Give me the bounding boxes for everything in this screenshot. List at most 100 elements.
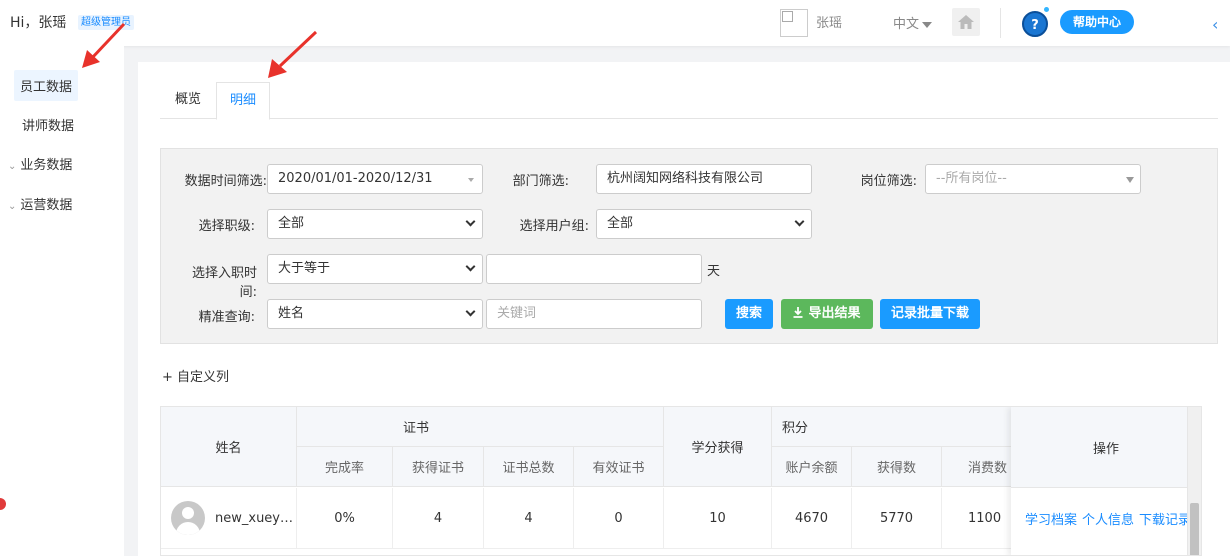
col-header-points-gained: 获得数	[852, 447, 942, 487]
usergroup-select-value: 全部	[607, 216, 634, 231]
table-cell-completion: 0%	[297, 488, 393, 548]
table-cell-certs-obtained: 4	[393, 488, 484, 548]
col-header-points-group: 积分	[772, 407, 1012, 447]
tab-bar: 概览 明细	[160, 82, 1218, 120]
operations-column: 操作 学习档案 个人信息 下载记录	[1011, 407, 1201, 555]
table-cell-points-gained: 5770	[852, 488, 942, 548]
sidebar-item-label: 业务数据	[20, 158, 73, 173]
post-select[interactable]: --所有岗位--	[925, 164, 1141, 194]
red-indicator-icon	[0, 498, 6, 510]
hire-operator-value: 大于等于	[278, 261, 331, 276]
table-cell-balance: 4670	[772, 488, 852, 548]
chevron-down-icon: ⌄	[8, 161, 17, 172]
sidebar-item-label: 员工数据	[20, 80, 73, 95]
sidebar: 员工数据 讲师数据 ⌄ 业务数据 ⌄ 运营数据	[0, 46, 124, 556]
help-center-button[interactable]: 帮助中心	[1060, 10, 1134, 34]
user-avatar-image[interactable]	[780, 9, 808, 37]
table-cell-operations: 学习档案 个人信息 下载记录	[1025, 509, 1196, 528]
col-header-certs-valid: 有效证书	[574, 447, 664, 487]
home-button[interactable]	[952, 8, 980, 36]
query-field-select[interactable]: 姓名	[267, 299, 483, 329]
col-header-name: 姓名	[161, 407, 297, 487]
table-cell-certs-total: 4	[484, 488, 574, 548]
col-header-credit: 学分获得	[664, 407, 772, 487]
exact-query-label: 精准查询:	[198, 310, 255, 325]
hire-operator-select[interactable]: 大于等于	[267, 254, 483, 284]
export-button-label: 导出结果	[808, 306, 861, 321]
learning-record-link[interactable]: 学习档案	[1025, 513, 1077, 528]
col-header-certs-total: 证书总数	[484, 447, 574, 487]
help-question-icon: ?	[1022, 11, 1048, 37]
sidebar-item-label: 运营数据	[20, 198, 73, 213]
department-input[interactable]: 杭州阔知网络科技有限公司	[596, 164, 812, 194]
chevron-down-icon	[465, 216, 476, 227]
table-cell-name: new_xuey…	[161, 488, 297, 548]
table-cell-certs-valid: 0	[574, 488, 664, 548]
usergroup-select[interactable]: 全部	[596, 209, 812, 239]
table-scrollbar[interactable]	[1187, 407, 1201, 555]
rank-select[interactable]: 全部	[267, 209, 483, 239]
sidebar-item-business-data[interactable]: ⌄ 业务数据	[8, 154, 72, 173]
department-value: 杭州阔知网络科技有限公司	[607, 171, 764, 186]
chevron-down-icon	[794, 216, 805, 227]
filter-panel: 数据时间筛选: 2020/01/01-2020/12/31 部门筛选: 杭州阔知…	[160, 148, 1218, 344]
query-field-value: 姓名	[278, 306, 305, 321]
date-range-input[interactable]: 2020/01/01-2020/12/31	[267, 164, 483, 194]
usergroup-filter-label: 选择用户组:	[519, 219, 589, 234]
download-record-link[interactable]: 下载记录	[1139, 513, 1191, 528]
caret-down-icon	[922, 21, 933, 28]
sidebar-item-operation-data[interactable]: ⌄ 运营数据	[8, 194, 72, 213]
chevron-down-icon: ⌄	[8, 201, 17, 212]
table-cell-points-spent: 1100	[942, 488, 1022, 548]
col-header-completion: 完成率	[297, 447, 393, 487]
tab-detail[interactable]: 明细	[216, 82, 270, 120]
scrollbar-thumb[interactable]	[1190, 503, 1199, 555]
col-header-balance: 账户余额	[772, 447, 852, 487]
personal-info-link[interactable]: 个人信息	[1082, 513, 1134, 528]
col-header-points-spent: 消费数	[942, 447, 1022, 487]
caret-down-icon	[468, 178, 474, 182]
table-cell-credit: 10	[664, 488, 772, 548]
col-header-certs-obtained: 获得证书	[393, 447, 484, 487]
role-badge: 超级管理员	[78, 15, 134, 30]
user-name[interactable]: 张瑶	[816, 12, 842, 31]
col-header-cert-group: 证书	[393, 407, 664, 447]
export-button[interactable]: 导出结果	[781, 299, 873, 329]
caret-down-icon	[1126, 177, 1134, 183]
post-select-value: --所有岗位--	[936, 171, 1007, 186]
search-button[interactable]: 搜索	[725, 299, 773, 329]
main-panel: 概览 明细 数据时间筛选: 2020/01/01-2020/12/31 部门筛选…	[138, 62, 1230, 556]
days-unit-label: 天	[707, 264, 721, 279]
date-filter-label: 数据时间筛选:	[184, 174, 267, 189]
home-icon	[958, 15, 974, 29]
collapse-chevron-icon[interactable]: ‹	[1212, 15, 1218, 34]
top-header: Hi，张瑶 超级管理员 张瑶 中文 ? 帮助中心 ‹	[0, 0, 1230, 46]
language-selector[interactable]: 中文	[893, 13, 933, 32]
download-icon	[793, 307, 803, 318]
help-dot-decoration	[1044, 7, 1049, 12]
post-filter-label: 岗位筛选:	[860, 174, 917, 189]
avatar	[171, 501, 205, 535]
sidebar-item-label: 讲师数据	[22, 119, 75, 134]
dept-filter-label: 部门筛选:	[512, 174, 569, 189]
rank-select-value: 全部	[278, 216, 305, 231]
sidebar-item-lecturer-data[interactable]: 讲师数据	[22, 115, 74, 134]
keyword-input[interactable]: 关键词	[486, 299, 702, 329]
custom-columns-link[interactable]: + 自定义列	[162, 366, 229, 385]
greeting-text: Hi，张瑶	[10, 15, 67, 31]
chevron-down-icon	[465, 306, 476, 317]
col-header-blank	[297, 407, 393, 447]
hire-date-label: 选择入职时间:	[191, 266, 257, 300]
col-header-operations: 操作	[1011, 407, 1201, 488]
tab-overview[interactable]: 概览	[160, 82, 216, 119]
batch-download-button[interactable]: 记录批量下载	[880, 299, 980, 329]
data-table: 姓名 证书 学分获得 积分 完成率 获得证书 证书总数 有效证书 账户余额 获得…	[160, 406, 1202, 556]
rank-filter-label: 选择职级:	[198, 219, 255, 234]
table-cell-name-text[interactable]: new_xuey…	[215, 511, 293, 526]
hire-days-input[interactable]	[486, 254, 702, 284]
header-divider	[1000, 8, 1001, 38]
sidebar-item-employee-data[interactable]: 员工数据	[14, 70, 79, 101]
language-label: 中文	[893, 17, 920, 32]
chevron-down-icon	[465, 261, 476, 272]
date-range-value: 2020/01/01-2020/12/31	[278, 171, 433, 186]
